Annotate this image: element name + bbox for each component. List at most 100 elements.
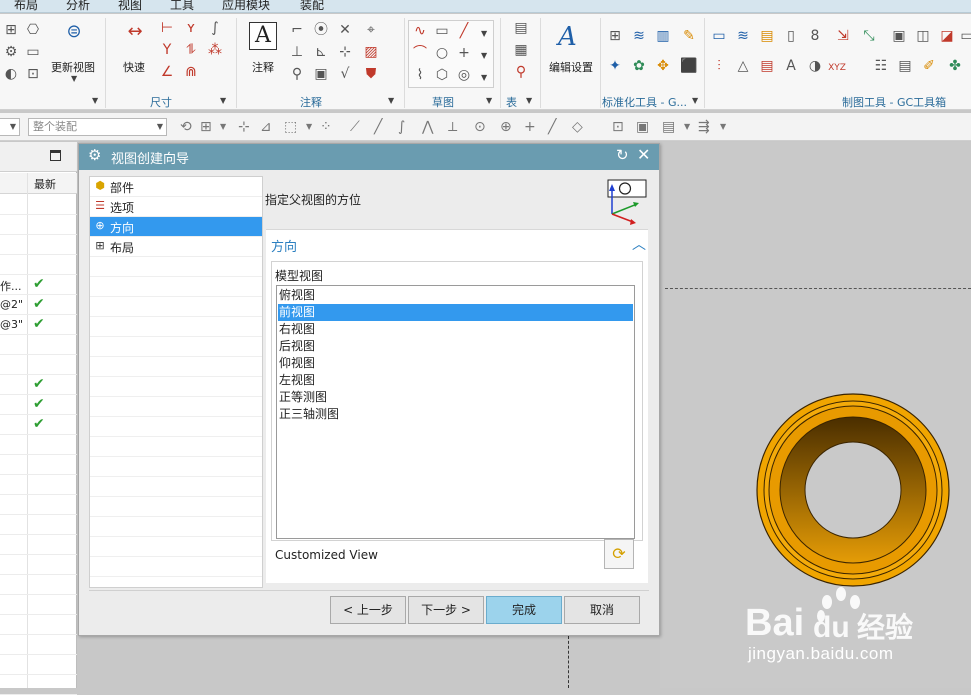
maximize-icon[interactable] (50, 150, 61, 161)
angle-dim-icon[interactable]: ∫ (206, 20, 224, 36)
sketch-point-icon[interactable]: + (455, 45, 473, 61)
view-tool-icon[interactable]: ⊞ (2, 22, 20, 38)
symbol-icon[interactable]: ⛊ (362, 66, 380, 82)
thickness-dim-icon[interactable]: ⥮ (182, 42, 200, 58)
view-tool-icon[interactable]: ▭ (24, 44, 42, 60)
view-tool-icon[interactable]: ⇶ (698, 119, 710, 135)
draft-tool-icon[interactable]: ▭ (958, 28, 971, 44)
model-view-item[interactable]: 后视图 (278, 338, 633, 355)
draft-tool-icon[interactable]: ▤ (758, 58, 776, 74)
linear-dim-icon[interactable]: ⊢ (158, 20, 176, 36)
chevron-up-icon[interactable]: ︿ (632, 234, 646, 254)
hatch-icon[interactable]: ▨ (362, 44, 380, 60)
close-icon[interactable]: ✕ (637, 145, 650, 164)
view-tool-icon[interactable]: ⎔ (24, 22, 42, 38)
menu-item-view[interactable]: 视图 (118, 0, 142, 12)
draft-tool-icon[interactable]: ⤡ (860, 28, 878, 44)
view-tool-icon[interactable]: ◐ (2, 66, 20, 82)
update-views-icon[interactable]: ⊜ (62, 23, 86, 41)
chevron-down-icon[interactable]: ▼ (526, 96, 532, 105)
navigator-row[interactable]: @2" ✔ (0, 295, 77, 315)
column-latest[interactable]: 最新 (34, 176, 56, 192)
feature-control-icon[interactable]: ⌐ (288, 22, 306, 38)
navigator-row[interactable] (0, 215, 77, 235)
navigator-row[interactable]: ✔ (0, 395, 77, 415)
chevron-down-icon[interactable]: ▼ (684, 119, 690, 135)
std-tool-icon[interactable]: ✦ (606, 58, 624, 74)
update-views-button[interactable]: 更新视图 (51, 59, 95, 75)
wizard-step[interactable]: ⊞ 布局 (90, 237, 262, 257)
radial-dim-icon[interactable]: ʏ (182, 20, 200, 36)
draft-tool-icon[interactable]: △ (734, 58, 752, 74)
chamfer-dim-icon[interactable]: Υ (158, 42, 176, 58)
chevron-down-icon[interactable]: ▼ (220, 119, 226, 135)
reset-icon[interactable]: ↻ (616, 146, 629, 164)
cancel-button[interactable]: 取消 (564, 596, 640, 624)
back-button[interactable]: < 上一步 (330, 596, 406, 624)
snap-tool-icon[interactable]: ⊹ (238, 119, 250, 135)
snap-tool-icon[interactable]: ⋀ (422, 119, 433, 135)
model-view-item[interactable]: 正等测图 (278, 389, 633, 406)
select-tool-icon[interactable]: ⟲ (180, 119, 192, 135)
draft-tool-icon[interactable]: ≋ (734, 28, 752, 44)
wizard-step[interactable]: ☰ 选项 (90, 197, 262, 217)
sketch-ellipse-icon[interactable]: ◎ (455, 67, 473, 83)
chevron-down-icon[interactable]: ▼ (481, 73, 487, 82)
ordinate-dim-icon[interactable]: ⁂ (206, 42, 224, 58)
edit-settings-button[interactable]: 编辑设置 (549, 59, 593, 75)
sketch-arc-icon[interactable]: ⌒ (411, 45, 429, 61)
menu-item-application[interactable]: 应用模块 (222, 0, 270, 12)
std-tool-icon[interactable]: ✥ (654, 58, 672, 74)
snap-tool-icon[interactable]: ⬚ (284, 119, 297, 135)
next-button[interactable]: 下一步 > (408, 596, 484, 624)
image-icon[interactable]: ▣ (312, 66, 330, 82)
model-view-item[interactable]: 俯视图 (278, 287, 633, 304)
auto-balloon-icon[interactable]: ⚲ (512, 64, 530, 80)
snap-tool-icon[interactable]: + (524, 119, 536, 135)
model-view-item[interactable]: 右视图 (278, 321, 633, 338)
centerline-icon[interactable]: ✕ (336, 22, 354, 38)
snap-tool-icon[interactable]: ⁘ (320, 119, 332, 135)
weld-icon[interactable]: ⊾ (312, 44, 330, 60)
assembly-scope-combo[interactable]: 整个装配 ▼ (28, 118, 167, 136)
dialog-title-bar[interactable]: ⚙ 视图创建向导 ↻ ✕ (79, 144, 659, 170)
draft-tool-icon[interactable]: ▤ (758, 28, 776, 44)
view-tool-icon[interactable]: ⊡ (24, 66, 42, 82)
annotation-icon[interactable]: A (249, 22, 277, 50)
zoom-icon[interactable]: ⚲ (288, 66, 306, 82)
parts-list-icon[interactable]: ▦ (512, 42, 530, 58)
snap-tool-icon[interactable]: ⟂ (448, 119, 457, 135)
chevron-down-icon[interactable]: ▼ (71, 74, 77, 83)
std-tool-icon[interactable]: ⬛ (680, 58, 698, 74)
draft-tool-icon[interactable]: ☷ (872, 58, 890, 74)
chevron-down-icon[interactable]: ▼ (692, 96, 698, 105)
view-tool-icon[interactable]: ▤ (662, 119, 675, 135)
center-mark-icon[interactable]: ⌖ (362, 22, 380, 38)
arc-length-icon[interactable]: ∠ (158, 64, 176, 80)
quick-dimension-icon[interactable]: ↔ (120, 23, 150, 41)
std-tool-icon[interactable]: ✎ (680, 28, 698, 44)
std-tool-icon[interactable]: ⊞ (606, 28, 624, 44)
snap-tool-icon[interactable]: ⊿ (260, 119, 272, 135)
chevron-down-icon[interactable]: ▼ (220, 96, 226, 105)
std-tool-icon[interactable]: ▥ (654, 28, 672, 44)
sketch-line-icon[interactable]: ╱ (455, 23, 473, 39)
filter-combo[interactable]: ▼ (0, 118, 20, 136)
draft-tool-icon[interactable]: 8 (806, 28, 824, 44)
navigator-row[interactable]: @3" ✔ (0, 315, 77, 335)
draft-tool-icon[interactable]: ◑ (806, 58, 824, 74)
snap-point-icon[interactable]: ⊞ (200, 119, 212, 135)
draft-tool-icon[interactable]: ✐ (920, 58, 938, 74)
ring-part-model[interactable] (755, 392, 951, 588)
perimeter-dim-icon[interactable]: ⋒ (182, 64, 200, 80)
snap-tool-icon[interactable]: ╱ (548, 119, 556, 135)
draft-tool-icon[interactable]: XYZ (826, 60, 848, 76)
snap-tool-icon[interactable]: ⊕ (500, 119, 512, 135)
draft-tool-icon[interactable]: ◪ (938, 28, 956, 44)
table-note-icon[interactable]: ▤ (512, 20, 530, 36)
model-view-item[interactable]: 左视图 (278, 372, 633, 389)
draft-tool-icon[interactable]: ⇲ (834, 28, 852, 44)
snap-tool-icon[interactable]: ∫ (398, 119, 405, 135)
menu-item-layout[interactable]: 布局 (14, 0, 38, 12)
wizard-step[interactable]: ⬢ 部件 (90, 177, 262, 197)
